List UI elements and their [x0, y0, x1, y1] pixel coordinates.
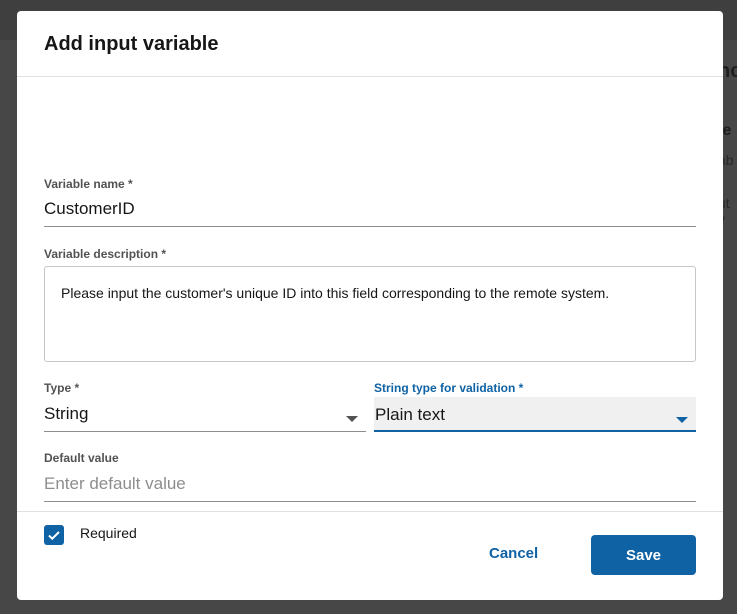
string-type-label: String type for validation * — [374, 381, 524, 395]
add-input-variable-dialog: Add input variable Variable name * Custo… — [17, 11, 723, 600]
default-value-label: Default value — [44, 451, 119, 465]
default-value-input[interactable]: Enter default value — [44, 466, 696, 502]
type-select[interactable]: String — [44, 396, 366, 432]
caret-down-icon — [346, 416, 358, 422]
variable-name-label: Variable name * — [44, 177, 133, 191]
caret-down-icon — [676, 417, 688, 423]
dialog-title: Add input variable — [44, 33, 219, 55]
dialog-footer: Cancel Save — [17, 511, 723, 600]
variable-description-textarea[interactable]: Please input the customer's unique ID in… — [44, 266, 696, 362]
variable-description-label: Variable description * — [44, 247, 167, 261]
type-label: Type * — [44, 381, 80, 395]
type-value: String — [44, 404, 89, 423]
string-type-value: Plain text — [375, 405, 445, 424]
variable-name-input[interactable]: CustomerID — [44, 191, 696, 227]
save-button[interactable]: Save — [591, 535, 696, 575]
string-type-select[interactable]: Plain text — [374, 397, 696, 432]
cancel-button[interactable]: Cancel — [489, 545, 538, 562]
